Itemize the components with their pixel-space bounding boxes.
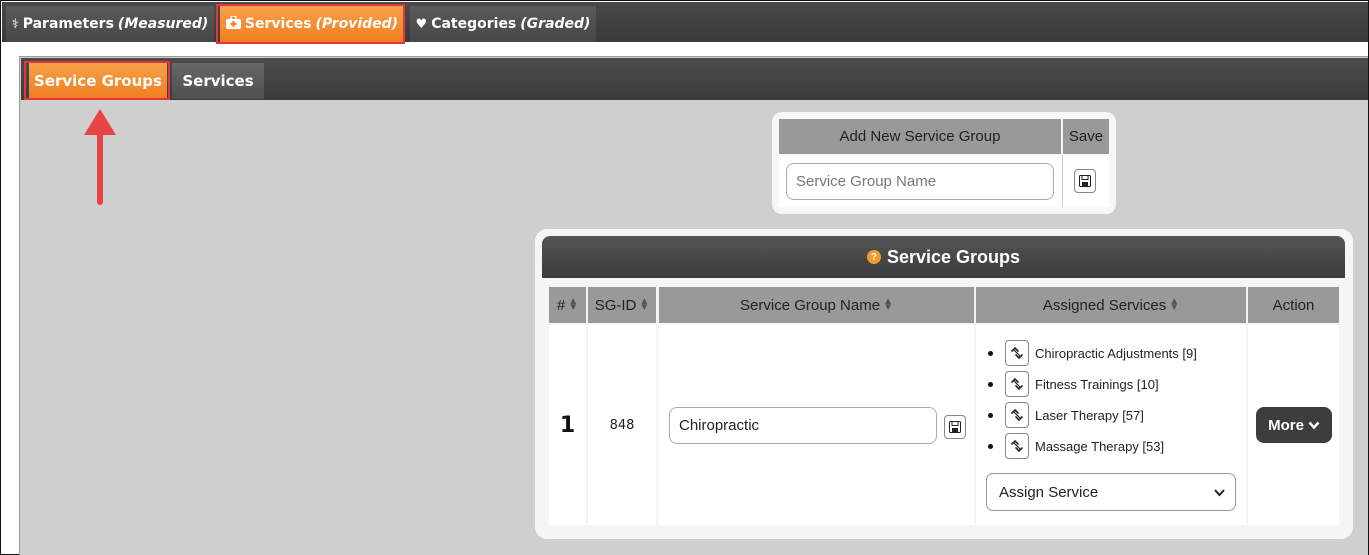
- sub-tab-bar: Service Groups Services: [21, 58, 1368, 100]
- row-action-cell: More: [1248, 325, 1339, 525]
- sort-icon: ▲ ▼: [1169, 296, 1180, 313]
- add-group-header: Add New Service Group: [779, 119, 1061, 154]
- floppy-icon: [949, 421, 961, 433]
- chevron-down-icon: [1308, 421, 1320, 429]
- unlink-service-button[interactable]: [1005, 371, 1029, 397]
- unlink-service-button[interactable]: [1005, 402, 1029, 428]
- col-header-sg-id[interactable]: SG-ID ▲ ▼: [588, 287, 656, 323]
- col-header-assigned-services[interactable]: Assigned Services ▲ ▼: [976, 287, 1246, 323]
- tab-categories[interactable]: ♥ Categories (Graded): [410, 6, 596, 42]
- service-groups-header: ? Service Groups: [542, 236, 1345, 278]
- chevron-down-icon: [1214, 484, 1225, 501]
- list-item: Massage Therapy [53]: [988, 432, 1164, 460]
- unlink-service-button[interactable]: [1005, 433, 1029, 459]
- save-new-group-button[interactable]: [1074, 169, 1096, 193]
- subtab-services[interactable]: Services: [172, 63, 264, 99]
- row-group-name-cell: Chiropractic: [659, 325, 974, 525]
- unlink-icon: [1011, 346, 1023, 360]
- column-divider: [1062, 155, 1063, 207]
- tab-highlight-box: [216, 4, 405, 44]
- heartbeat-icon: ♥: [415, 16, 428, 32]
- list-item: Chiropractic Adjustments [9]: [988, 339, 1197, 367]
- col-header-group-name[interactable]: Service Group Name ▲ ▼: [659, 287, 974, 323]
- top-tab-bar: ⚕ Parameters (Measured) Services (Provid…: [2, 2, 1368, 42]
- row-index: 1: [549, 325, 586, 525]
- unlink-icon: [1011, 377, 1023, 391]
- floppy-icon: [1079, 175, 1091, 187]
- save-column-header: Save: [1063, 119, 1109, 154]
- more-button[interactable]: More: [1256, 407, 1332, 443]
- col-header-action: Action: [1248, 287, 1339, 323]
- service-group-name-input[interactable]: Service Group Name: [786, 163, 1054, 200]
- list-item: Laser Therapy [57]: [988, 401, 1144, 429]
- unlink-icon: [1011, 408, 1023, 422]
- list-item: Fitness Trainings [10]: [988, 370, 1159, 398]
- add-group-panel: Add New Service Group Save Service Group…: [772, 112, 1116, 214]
- save-group-name-button[interactable]: [944, 415, 966, 439]
- sort-icon: ▲ ▼: [568, 296, 579, 313]
- stethoscope-icon: ⚕: [11, 16, 19, 32]
- app-frame: ⚕ Parameters (Measured) Services (Provid…: [0, 0, 1369, 555]
- add-group-row: Service Group Name: [779, 155, 1109, 207]
- sort-icon: ▲ ▼: [883, 296, 893, 313]
- group-name-input[interactable]: Chiropractic: [669, 407, 937, 444]
- unlink-service-button[interactable]: [1005, 340, 1029, 366]
- subtab-highlight-box: [24, 61, 170, 100]
- row-assigned-services-cell: Chiropractic Adjustments [9] Fitness Tra…: [976, 325, 1246, 525]
- help-icon[interactable]: ?: [866, 250, 881, 264]
- unlink-icon: [1011, 439, 1023, 453]
- row-sg-id: 848: [588, 325, 656, 525]
- col-header-index[interactable]: # ▲ ▼: [549, 287, 586, 323]
- sort-icon: ▲ ▼: [639, 296, 650, 313]
- service-groups-panel: ? Service Groups # ▲ ▼ SG-ID ▲ ▼ Service G…: [535, 229, 1353, 539]
- annotation-arrow-line: [97, 129, 103, 205]
- assign-service-select[interactable]: Assign Service: [986, 473, 1236, 511]
- tab-parameters[interactable]: ⚕ Parameters (Measured): [6, 6, 214, 42]
